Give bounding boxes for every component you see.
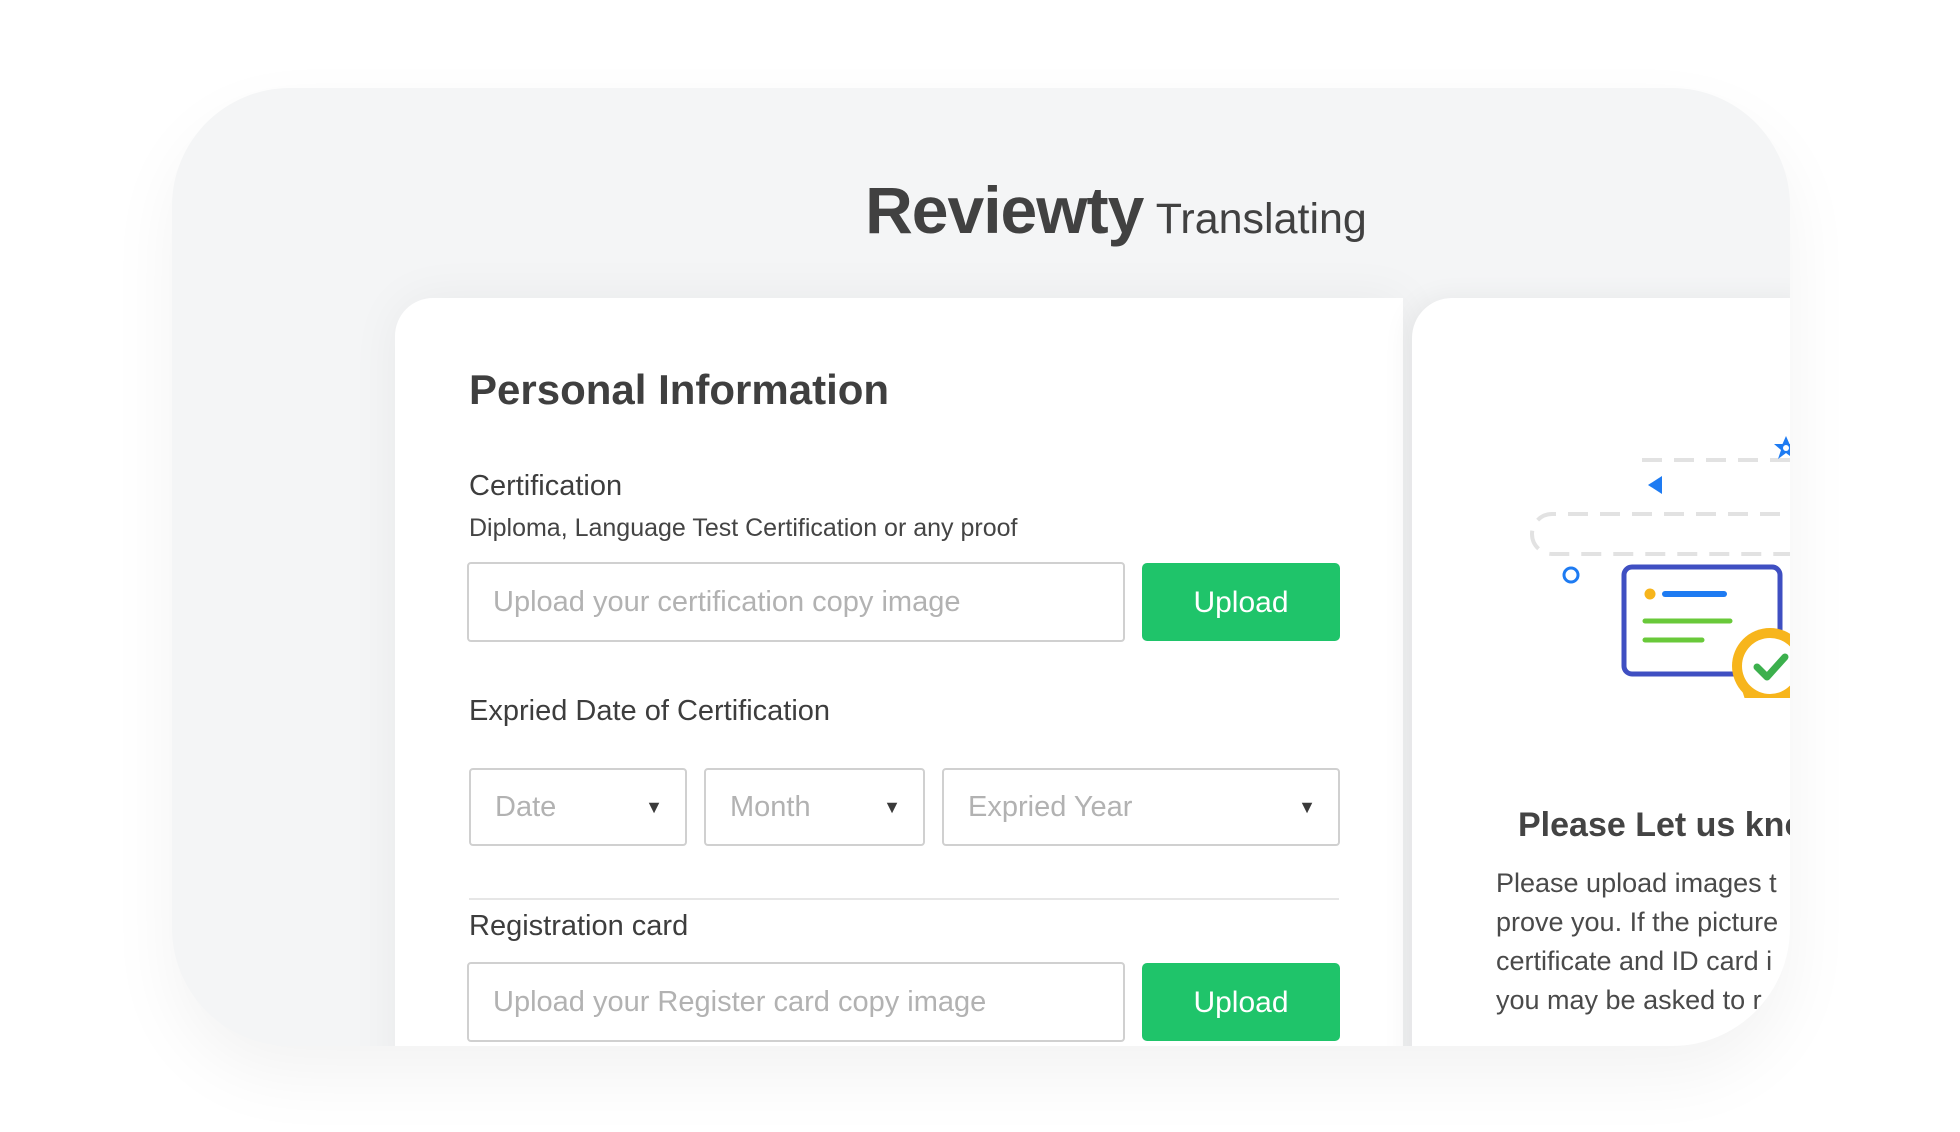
registration-upload-input[interactable]: Upload your Register card copy image xyxy=(467,962,1125,1042)
personal-info-form: Personal Information Certification Diplo… xyxy=(395,298,1403,1046)
brand-name: Reviewty xyxy=(865,173,1144,247)
year-select-value: Expried Year xyxy=(968,791,1133,823)
caret-down-icon: ▼ xyxy=(883,797,901,817)
year-select[interactable]: Expried Year ▼ xyxy=(942,768,1340,846)
month-select[interactable]: Month ▼ xyxy=(704,768,925,846)
registration-card-label: Registration card xyxy=(469,910,689,942)
star-icon xyxy=(1774,436,1790,459)
certification-upload-input[interactable]: Upload your certification copy image xyxy=(467,562,1125,642)
app-frame: Reviewty Translating Personal Informatio… xyxy=(172,88,1790,1046)
info-side-panel: Please Let us kno Please upload images t… xyxy=(1412,298,1790,1046)
registration-upload-button[interactable]: Upload xyxy=(1142,963,1340,1041)
triangle-icon xyxy=(1648,476,1662,494)
side-panel-title: Please Let us kno xyxy=(1518,806,1790,844)
date-select[interactable]: Date ▼ xyxy=(469,768,687,846)
side-panel-text-line: certificate and ID card i xyxy=(1496,946,1773,976)
date-select-value: Date xyxy=(495,791,557,823)
certification-upload-button[interactable]: Upload xyxy=(1142,563,1340,641)
certification-hint: Diploma, Language Test Certification or … xyxy=(469,514,1018,542)
certificate-illustration xyxy=(1530,436,1790,698)
side-panel-text-line: Please upload images t xyxy=(1496,868,1777,898)
section-divider xyxy=(469,898,1339,900)
side-panel-text-line: prove you. If the picture xyxy=(1496,907,1779,937)
side-panel-text-line: you may be asked to r xyxy=(1496,985,1762,1015)
expiry-date-label: Expried Date of Certification xyxy=(469,695,831,727)
page-title: Personal Information xyxy=(469,366,890,413)
brand-header: Reviewty Translating xyxy=(172,172,1790,248)
brand-subtitle: Translating xyxy=(1155,195,1367,243)
caret-down-icon: ▼ xyxy=(1298,797,1316,817)
caret-down-icon: ▼ xyxy=(645,797,663,817)
circle-icon xyxy=(1562,566,1580,584)
month-select-value: Month xyxy=(730,791,811,823)
certification-label: Certification xyxy=(469,470,623,502)
